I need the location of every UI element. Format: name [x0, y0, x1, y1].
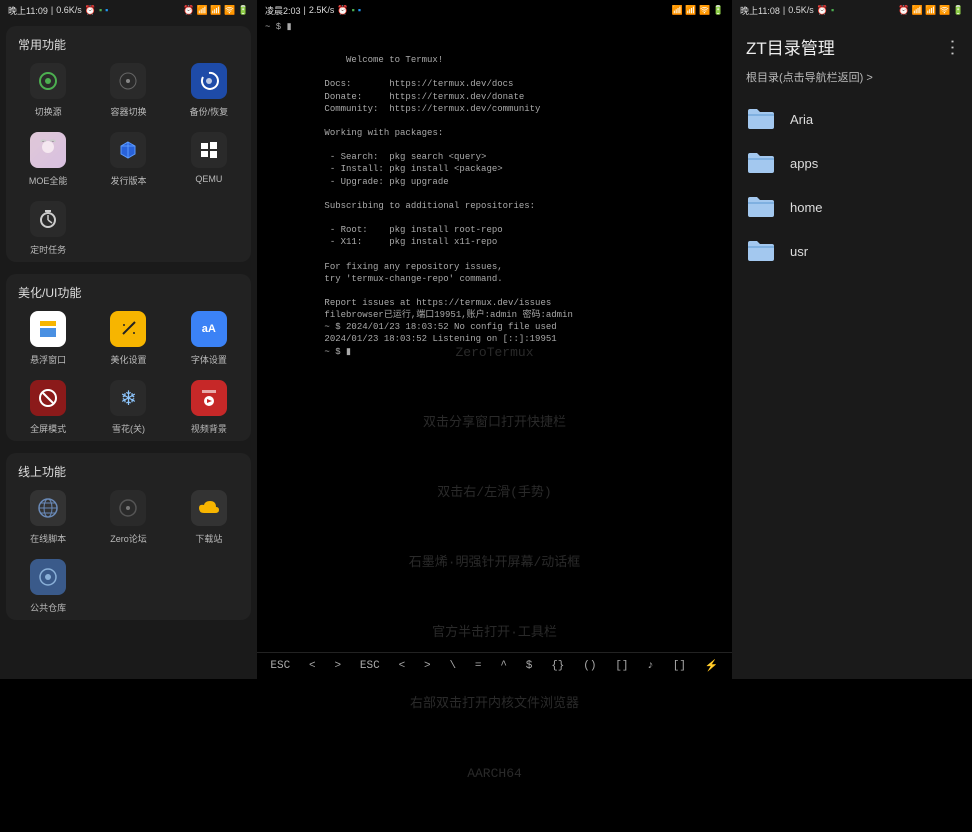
app-distro[interactable]: 发行版本	[92, 132, 164, 187]
timer-icon	[30, 201, 66, 237]
ring-icon	[30, 63, 66, 99]
section-common: 常用功能 切换源 容器切换 备份/恢复 MOE全能 发行版本	[6, 26, 251, 262]
section-online: 线上功能 在线脚本 Zero论坛 下载站 公共仓库	[6, 453, 251, 620]
breadcrumb[interactable]: 根目录(点击导航栏返回) >	[732, 65, 972, 97]
noentry-icon	[30, 380, 66, 416]
folder-item-apps[interactable]: apps	[742, 141, 962, 185]
key-parens[interactable]: ()	[583, 660, 596, 672]
snowflake-icon: ❄	[110, 380, 146, 416]
key-lt[interactable]: <	[309, 660, 316, 672]
terminal-panel: 凌晨2:03 | 2.5K/s ⏰ ▪▪ 📶 📶 🛜 🔋 ~ $ ▮ Welco…	[257, 0, 732, 679]
status-right-icons: 📶 📶 🛜 🔋	[672, 5, 724, 16]
status-net: 2.5K/s	[309, 5, 335, 15]
status-bar-center: 凌晨2:03 | 2.5K/s ⏰ ▪▪ 📶 📶 🛜 🔋	[257, 0, 732, 20]
status-time: 凌晨2:03	[265, 4, 301, 17]
app-public-repo[interactable]: 公共仓库	[12, 559, 84, 614]
key-gt2[interactable]: >	[424, 660, 431, 672]
font-icon: aA	[191, 311, 227, 347]
key-esc[interactable]: ESC	[270, 660, 290, 672]
alarm-icon: ⏰	[817, 5, 828, 16]
app-download-site[interactable]: 下载站	[173, 490, 245, 545]
alarm-icon: ⏰	[337, 5, 348, 16]
terminal-extra-keys: ESC < > ESC < > \ = ^ $ {} () [] ♪ [] ⚡	[257, 652, 732, 679]
app-container-switch[interactable]: 容器切换	[92, 63, 164, 118]
app-scheduled[interactable]: 定时任务	[12, 201, 84, 256]
app-float-window[interactable]: 悬浮窗口	[12, 311, 84, 366]
folder-icon	[746, 151, 776, 175]
key-dollar[interactable]: $	[526, 660, 533, 672]
key-brackets2[interactable]: []	[673, 660, 686, 672]
key-esc2[interactable]: ESC	[360, 660, 380, 672]
launcher-panel: 晚上11:09 | 0.6K/s ⏰ ▪▪ ⏰ 📶 📶 🛜 🔋 常用功能 切换源…	[0, 0, 257, 679]
disc-icon	[110, 63, 146, 99]
play-icon	[191, 380, 227, 416]
folder-icon	[746, 107, 776, 131]
app-moe[interactable]: MOE全能	[12, 132, 84, 187]
cloud-icon	[191, 490, 227, 526]
key-backslash[interactable]: \	[449, 660, 456, 672]
app-backup-restore[interactable]: 备份/恢复	[173, 63, 245, 118]
terminal-watermark: ZeroTermux 双击分享窗口打开快捷栏 双击右/左滑(手势) 石墨烯·明强…	[257, 294, 732, 832]
section-title: 常用功能	[12, 36, 245, 53]
key-equals[interactable]: =	[475, 660, 482, 672]
alarm-icon: ⏰	[85, 5, 96, 16]
folder-item-home[interactable]: home	[742, 185, 962, 229]
folder-icon	[746, 195, 776, 219]
swirl-icon	[191, 63, 227, 99]
app-font[interactable]: aA 字体设置	[173, 311, 245, 366]
key-gt[interactable]: >	[334, 660, 341, 672]
app-video-bg[interactable]: 视频背景	[173, 380, 245, 435]
status-right-icons: ⏰ 📶 📶 🛜 🔋	[898, 5, 964, 16]
folder-item-usr[interactable]: usr	[742, 229, 962, 273]
key-lt2[interactable]: <	[399, 660, 406, 672]
app-qemu[interactable]: QEMU	[173, 132, 245, 187]
folder-name: Aria	[790, 112, 813, 127]
more-icon[interactable]: ⋯	[942, 39, 963, 55]
disc-dark-icon	[110, 490, 146, 526]
file-manager-title: ZT目录管理	[746, 34, 835, 59]
disc-blue-icon	[30, 559, 66, 595]
terminal-prompt[interactable]: ~ $ ▮	[257, 20, 732, 34]
key-braces[interactable]: {}	[551, 660, 564, 672]
status-time: 晚上11:08	[740, 4, 780, 17]
app-switch-source[interactable]: 切换源	[12, 63, 84, 118]
app-snow[interactable]: ❄ 雪花(关)	[92, 380, 164, 435]
window-icon	[30, 311, 66, 347]
app-online-script[interactable]: 在线脚本	[12, 490, 84, 545]
status-net: 0.5K/s	[788, 5, 814, 15]
key-bolt[interactable]: ⚡	[705, 659, 719, 673]
key-caret[interactable]: ^	[500, 660, 507, 672]
key-note[interactable]: ♪	[647, 660, 654, 672]
section-title: 美化/UI功能	[12, 284, 245, 301]
wand-icon	[110, 311, 146, 347]
avatar-icon	[30, 132, 66, 168]
globe-icon	[30, 490, 66, 526]
status-bar-right: 晚上11:08 | 0.5K/s ⏰ ▪ ⏰ 📶 📶 🛜 🔋	[732, 0, 972, 20]
app-zero-forum[interactable]: Zero论坛	[92, 490, 164, 545]
status-time: 晚上11:09	[8, 4, 48, 17]
folder-icon	[746, 239, 776, 263]
folder-name: usr	[790, 244, 808, 259]
status-bar-left: 晚上11:09 | 0.6K/s ⏰ ▪▪ ⏰ 📶 📶 🛜 🔋	[0, 0, 257, 20]
folder-name: home	[790, 200, 823, 215]
key-brackets[interactable]: []	[615, 660, 628, 672]
terminal-output[interactable]: Welcome to Termux! Docs: https://termux.…	[257, 34, 732, 652]
folder-item-aria[interactable]: Aria	[742, 97, 962, 141]
section-ui: 美化/UI功能 悬浮窗口 美化设置 aA 字体设置 全屏模式 ❄ 雪花(关)	[6, 274, 251, 441]
windows-icon	[191, 132, 227, 168]
folder-name: apps	[790, 156, 818, 171]
app-fullscreen[interactable]: 全屏模式	[12, 380, 84, 435]
cube-icon	[110, 132, 146, 168]
app-beautify[interactable]: 美化设置	[92, 311, 164, 366]
file-manager-panel: 晚上11:08 | 0.5K/s ⏰ ▪ ⏰ 📶 📶 🛜 🔋 ZT目录管理 ⋯ …	[732, 0, 972, 679]
section-title: 线上功能	[12, 463, 245, 480]
status-net: 0.6K/s	[56, 5, 82, 15]
status-right-icons: ⏰ 📶 📶 🛜 🔋	[183, 5, 249, 16]
